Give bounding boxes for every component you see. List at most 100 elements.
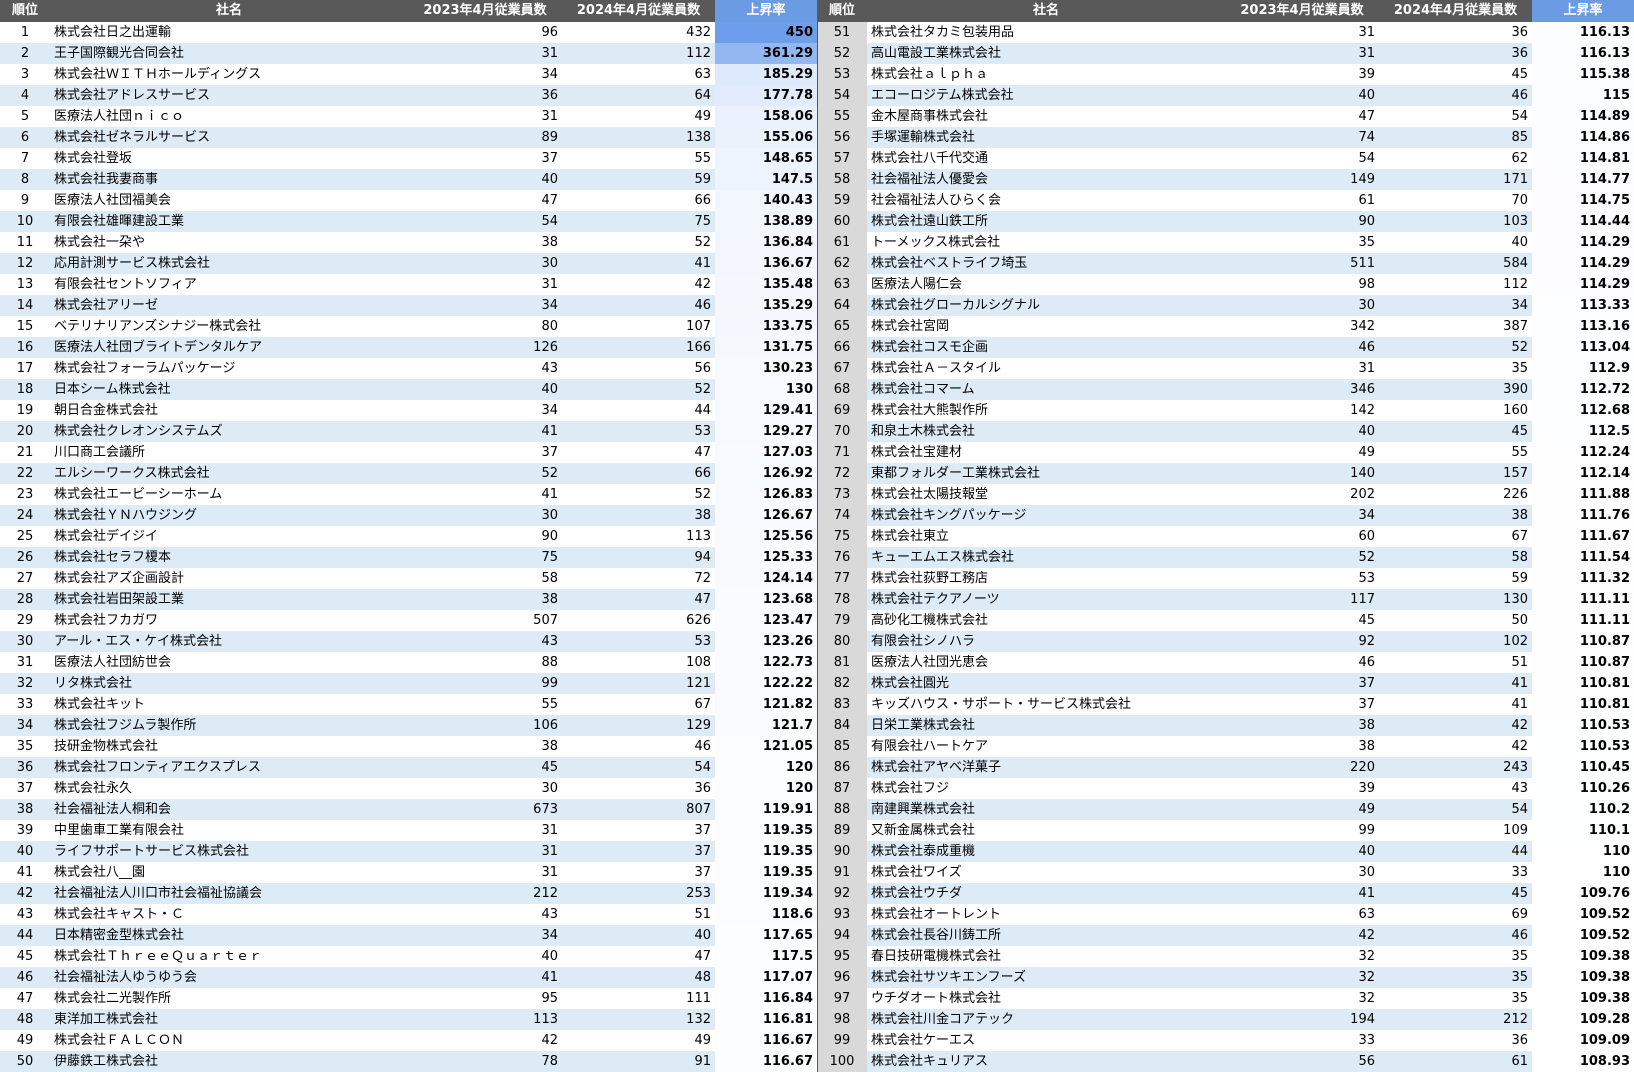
growth-rate-cell: 123.68 — [715, 589, 817, 610]
employees-2023-cell: 37 — [1358, 697, 1375, 712]
employees-2024-cell: 171 — [1503, 172, 1528, 187]
table-row: 3 株式会社ＷＩＴＨホールディングス 34 63 185.29 — [0, 64, 817, 85]
table-row: 70 和泉土木株式会社 40 45 112.5 — [817, 421, 1634, 442]
table-row: 94 株式会社長谷川鋳工所 42 46 109.52 — [817, 925, 1634, 946]
rank-cell: 7 — [20, 151, 30, 166]
employees-2023-cell: 96 — [541, 25, 558, 40]
employees-2024-cell: 52 — [1511, 340, 1528, 355]
employees-2024-cell: 102 — [1503, 634, 1528, 649]
table-row: 66 株式会社コスモ企画 46 52 113.04 — [817, 337, 1634, 358]
table-row: 17 株式会社フォーラムパッケージ 43 56 130.23 — [0, 358, 817, 379]
company-name-cell: 和泉土木株式会社 — [871, 424, 976, 439]
table-row: 75 株式会社東立 60 67 111.67 — [817, 526, 1634, 547]
table-row: 79 高砂化工機株式会社 45 50 111.11 — [817, 610, 1634, 631]
table-row: 64 株式会社グローカルシグナル 30 34 113.33 — [817, 295, 1634, 316]
table-row: 72 東都フォルダー工業株式会社 140 157 112.14 — [817, 463, 1634, 484]
employees-2023-cell: 54 — [1358, 151, 1375, 166]
rank-cell: 40 — [16, 844, 34, 859]
company-name-cell: 応用計測サービス株式会社 — [54, 256, 211, 271]
rank-cell: 8 — [20, 172, 30, 187]
employees-2024-cell: 61 — [1511, 1054, 1528, 1069]
company-name-cell: 高山電設工業株式会社 — [871, 46, 1002, 61]
growth-rate-cell: 109.38 — [1532, 946, 1634, 967]
growth-rate-cell: 123.47 — [715, 610, 817, 631]
employees-2023-cell: 49 — [1358, 802, 1375, 817]
rank-cell: 2 — [20, 46, 30, 61]
growth-rate-cell: 125.56 — [715, 526, 817, 547]
rank-cell: 24 — [16, 508, 34, 523]
growth-rate-cell: 155.06 — [715, 127, 817, 148]
growth-rate-cell: 113.04 — [1532, 337, 1634, 358]
employees-2024-cell: 34 — [1511, 298, 1528, 313]
rank-cell: 88 — [817, 799, 867, 820]
company-name-cell: 又新金属株式会社 — [871, 823, 976, 838]
rank-cell: 59 — [817, 190, 867, 211]
growth-rate-cell: 119.35 — [715, 862, 817, 883]
employees-2023-cell: 55 — [541, 697, 558, 712]
rank-cell: 13 — [16, 277, 34, 292]
company-name-cell: 金木屋商事株式会社 — [871, 109, 989, 124]
employees-2023-cell: 43 — [541, 907, 558, 922]
employees-2024-cell: 91 — [694, 1054, 711, 1069]
employees-2023-cell: 41 — [1358, 886, 1375, 901]
table-row: 63 医療法人陽仁会 98 112 114.29 — [817, 274, 1634, 295]
growth-rate-cell: 110.53 — [1532, 715, 1634, 736]
employees-2023-cell: 39 — [1358, 781, 1375, 796]
rank-cell: 62 — [817, 253, 867, 274]
growth-rate-cell: 111.76 — [1532, 505, 1634, 526]
table-row: 20 株式会社クレオンシステムズ 41 53 129.27 — [0, 421, 817, 442]
company-name-cell: 株式会社ＷＩＴＨホールディングス — [54, 67, 262, 82]
table-row: 48 東洋加工株式会社 113 132 116.81 — [0, 1009, 817, 1030]
table-row: 80 有限会社シノハラ 92 102 110.87 — [817, 631, 1634, 652]
header-rank: 順位 — [817, 0, 867, 22]
employees-2024-cell: 35 — [1511, 361, 1528, 376]
table-row: 9 医療法人社団福美会 47 66 140.43 — [0, 190, 817, 211]
table-row: 21 川口商工会議所 37 47 127.03 — [0, 442, 817, 463]
rank-cell: 31 — [16, 655, 34, 670]
company-name-cell: 株式会社アヤベ洋菓子 — [871, 760, 1002, 775]
rank-cell: 81 — [817, 652, 867, 673]
table-row: 93 株式会社オートレント 63 69 109.52 — [817, 904, 1634, 925]
employees-2023-cell: 58 — [541, 571, 558, 586]
employees-2024-cell: 55 — [694, 151, 711, 166]
company-name-cell: 株式会社岩田架設工業 — [54, 592, 185, 607]
employees-2024-cell: 37 — [694, 844, 711, 859]
growth-rate-cell: 112.24 — [1532, 442, 1634, 463]
table-row: 51 株式会社タカミ包装用品 31 36 116.13 — [817, 22, 1634, 43]
rank-cell: 22 — [16, 466, 34, 481]
company-name-cell: 株式会社ＹＮハウジング — [54, 508, 198, 523]
company-name-cell: 株式会社セラフ榎本 — [54, 550, 172, 565]
employees-2023-cell: 34 — [1358, 508, 1375, 523]
employees-2023-cell: 92 — [1358, 634, 1375, 649]
rank-cell: 36 — [16, 760, 34, 775]
company-name-cell: 株式会社オートレント — [871, 907, 1002, 922]
growth-rate-cell: 113.33 — [1532, 295, 1634, 316]
rank-cell: 48 — [16, 1012, 34, 1027]
company-name-cell: 春日技研電機株式会社 — [871, 949, 1002, 964]
company-name-cell: 株式会社アズ企画設計 — [54, 571, 185, 586]
company-name-cell: 株式会社宝建材 — [871, 445, 963, 460]
rank-cell: 38 — [16, 802, 34, 817]
employees-2024-cell: 36 — [1511, 25, 1528, 40]
table-row: 14 株式会社アリーゼ 34 46 135.29 — [0, 295, 817, 316]
employees-2024-cell: 44 — [1511, 844, 1528, 859]
rank-cell: 68 — [817, 379, 867, 400]
company-name-cell: 株式会社ＴｈｒｅｅＱｕａｒｔｅｒ — [54, 949, 263, 964]
company-name-cell: 南建興業株式会社 — [871, 802, 976, 817]
company-name-cell: 株式会社川金コアテック — [871, 1012, 1015, 1027]
rank-cell: 91 — [817, 862, 867, 883]
employees-2023-cell: 90 — [541, 529, 558, 544]
table-row: 35 技研金物株式会社 38 46 121.05 — [0, 736, 817, 757]
company-name-cell: 株式会社フカガワ — [54, 613, 159, 628]
company-name-cell: 株式会社大熊製作所 — [871, 403, 989, 418]
company-name-cell: 株式会社Ａ－スタイル — [871, 361, 1002, 376]
company-name-cell: 株式会社エービーシーホーム — [54, 487, 223, 502]
employees-2024-cell: 44 — [694, 403, 711, 418]
rank-cell: 11 — [16, 235, 34, 250]
employees-2023-cell: 53 — [1358, 571, 1375, 586]
table-row: 71 株式会社宝建材 49 55 112.24 — [817, 442, 1634, 463]
table-row: 47 株式会社二光製作所 95 111 116.84 — [0, 988, 817, 1009]
rank-cell: 50 — [16, 1054, 34, 1069]
rank-cell: 64 — [817, 295, 867, 316]
company-name-cell: 株式会社ゼネラルサービス — [54, 130, 211, 145]
